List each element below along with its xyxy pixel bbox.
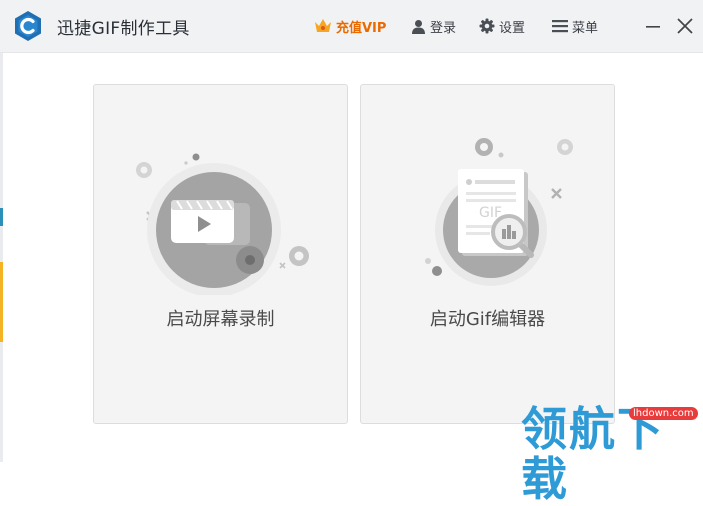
watermark-site: lhdown.com [629,407,698,420]
start-gif-editor-label: 启动Gif编辑器 [429,309,546,330]
settings-button[interactable]: 设置 [479,16,525,36]
start-screen-record-label: 启动屏幕录制 [166,309,275,330]
app-title: 迅捷GIF制作工具 [57,19,190,39]
user-icon [412,19,425,34]
login-button[interactable]: 登录 [411,16,456,36]
vip-label: 充值VIP [336,20,387,36]
left-edge [0,53,3,462]
menu-label: 菜单 [572,20,599,36]
left-edge-accent [0,208,3,226]
start-screen-record-card[interactable]: 启动屏幕录制 [93,84,348,424]
title-bar: 迅捷GIF制作工具 充值VIP 登录 设置 菜单 [0,0,703,53]
video-record-icon [136,153,309,295]
start-gif-editor-card[interactable]: GIF 启动Gif编辑器 [360,84,615,424]
hamburger-icon [552,20,568,33]
app-logo-icon [15,11,41,41]
settings-label: 设置 [499,20,526,36]
menu-button[interactable]: 菜单 [552,16,598,36]
vip-button[interactable]: 充值VIP [314,16,386,36]
crown-icon [315,19,331,32]
minimize-icon[interactable] [641,14,665,38]
left-edge-accent [0,262,3,342]
gif-editor-icon: GIF [425,138,573,286]
close-icon[interactable] [673,14,697,38]
login-label: 登录 [430,20,457,36]
gear-icon [479,18,495,34]
